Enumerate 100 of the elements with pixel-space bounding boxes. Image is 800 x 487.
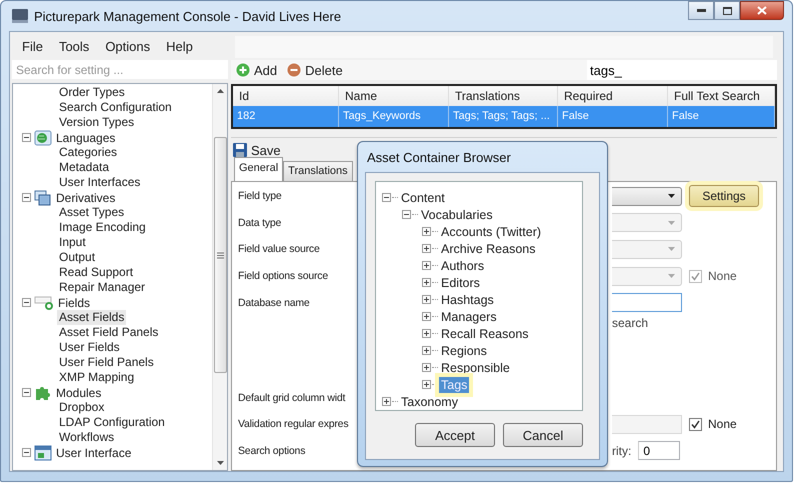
expand-icon[interactable] bbox=[422, 380, 431, 389]
table-cell: Tags_Keywords bbox=[339, 106, 449, 127]
tree-item[interactable]: Modules bbox=[55, 386, 102, 400]
expand-icon[interactable] bbox=[422, 312, 431, 321]
collapse-icon[interactable] bbox=[22, 298, 31, 307]
monitor-icon bbox=[12, 9, 28, 23]
option-label: search bbox=[612, 316, 648, 330]
tree-item[interactable]: Metadata bbox=[57, 160, 112, 175]
minimize-button[interactable] bbox=[688, 1, 714, 20]
tree-item[interactable]: Languages bbox=[55, 130, 116, 144]
close-button[interactable] bbox=[740, 1, 784, 20]
tree-item[interactable]: Recall Reasons bbox=[439, 326, 531, 342]
collapse-icon[interactable] bbox=[22, 133, 31, 142]
tree-item[interactable]: Dropbox bbox=[57, 400, 106, 415]
table-cell: Tags; Tags; Tags; ... bbox=[449, 106, 558, 127]
tree-item[interactable]: Workflows bbox=[57, 430, 116, 445]
tree-item[interactable]: Content bbox=[399, 190, 447, 206]
expand-icon[interactable] bbox=[422, 227, 431, 236]
scroll-up-icon[interactable] bbox=[216, 89, 224, 93]
expand-icon[interactable] bbox=[422, 329, 431, 338]
collapse-icon[interactable] bbox=[22, 193, 31, 202]
input-field[interactable] bbox=[612, 293, 682, 312]
tree-item[interactable]: Managers bbox=[439, 308, 499, 324]
expand-icon[interactable] bbox=[422, 261, 431, 270]
field-icon bbox=[34, 294, 54, 310]
collapse-icon[interactable] bbox=[22, 448, 31, 457]
input-field[interactable]: 0 bbox=[638, 441, 680, 460]
dropdown[interactable] bbox=[612, 186, 682, 206]
tree-item[interactable]: Accounts (Twitter) bbox=[439, 224, 544, 240]
windows-icon bbox=[34, 190, 52, 206]
tree-item[interactable]: Derivatives bbox=[55, 190, 116, 204]
tree-item[interactable]: Search Configuration bbox=[57, 100, 174, 115]
tree-item[interactable]: Editors bbox=[439, 274, 482, 290]
close-icon bbox=[757, 6, 767, 15]
tab[interactable]: General bbox=[234, 157, 284, 181]
minus-icon bbox=[287, 63, 302, 77]
tree-item[interactable]: Authors bbox=[439, 258, 486, 274]
checkbox-label: None bbox=[708, 417, 737, 432]
maximize-button[interactable] bbox=[714, 1, 740, 20]
checkbox-label: None bbox=[708, 269, 737, 284]
expand-icon[interactable] bbox=[422, 278, 431, 287]
field-label: Field value source bbox=[238, 243, 321, 256]
delete-button[interactable]: Delete bbox=[285, 62, 345, 78]
expand-icon[interactable] bbox=[422, 244, 431, 253]
accept-button[interactable]: Accept bbox=[415, 423, 495, 447]
tree-item[interactable]: XMP Mapping bbox=[57, 370, 136, 385]
checkbox[interactable] bbox=[689, 418, 702, 431]
tree-item[interactable]: Input bbox=[57, 235, 88, 250]
tree-item[interactable]: Responsible bbox=[439, 360, 512, 376]
caret-icon bbox=[668, 194, 675, 198]
menu-item[interactable]: File bbox=[14, 36, 51, 56]
search-field[interactable]: tags_ bbox=[587, 60, 777, 80]
expand-icon[interactable] bbox=[422, 363, 431, 372]
tree-item[interactable]: Archive Reasons bbox=[439, 240, 538, 256]
tree-item[interactable]: Asset Field Panels bbox=[57, 325, 160, 340]
tree-item[interactable]: Fields bbox=[57, 296, 90, 310]
tree-item[interactable]: Repair Manager bbox=[57, 280, 148, 295]
expand-icon[interactable] bbox=[422, 346, 431, 355]
tree-item[interactable]: Categories bbox=[57, 145, 120, 160]
menu-item[interactable]: Options bbox=[97, 36, 158, 56]
cancel-button[interactable]: Cancel bbox=[503, 423, 583, 447]
tree-item[interactable]: Taxonomy bbox=[399, 394, 460, 410]
add-button[interactable]: Add bbox=[234, 62, 280, 78]
tree-item[interactable]: Version Types bbox=[57, 115, 136, 130]
menu-item[interactable]: Tools bbox=[50, 36, 98, 56]
tree-item[interactable]: Regions bbox=[439, 342, 489, 358]
puzzle-icon bbox=[34, 384, 52, 400]
expand-icon[interactable] bbox=[382, 397, 391, 406]
caret-icon bbox=[668, 220, 675, 225]
tree-item[interactable]: Vocabularies bbox=[419, 206, 495, 222]
scrollbar[interactable] bbox=[212, 84, 227, 470]
tree-item[interactable]: Order Types bbox=[57, 85, 127, 100]
table-cell: False bbox=[558, 106, 668, 127]
table-cell: False bbox=[668, 106, 775, 127]
menu-item[interactable]: Help bbox=[158, 36, 201, 56]
tree-item[interactable]: User Interface bbox=[55, 446, 132, 460]
field-label: Field options source bbox=[238, 270, 329, 282]
scroll-down-icon[interactable] bbox=[216, 461, 224, 465]
table-cell: 182 bbox=[233, 106, 339, 127]
scrollbar-thumb[interactable] bbox=[214, 137, 226, 373]
tree-item[interactable]: User Field Panels bbox=[57, 355, 156, 370]
tree-item[interactable]: Read Support bbox=[57, 265, 136, 280]
search-field[interactable]: Search for setting ... bbox=[12, 60, 228, 79]
collapse-icon[interactable] bbox=[402, 210, 411, 219]
collapse-icon[interactable] bbox=[382, 193, 391, 202]
tab[interactable]: Translations bbox=[283, 161, 353, 181]
tree-item[interactable]: User Interfaces bbox=[57, 175, 142, 190]
tree-item[interactable]: Hashtags bbox=[439, 292, 496, 308]
grip-icon bbox=[216, 252, 224, 258]
globe-icon bbox=[34, 130, 52, 146]
option-label: rity: bbox=[612, 444, 632, 458]
tree-item[interactable]: Image Encoding bbox=[57, 220, 148, 235]
tree-item[interactable]: Output bbox=[57, 250, 98, 265]
tree-item[interactable]: LDAP Configuration bbox=[57, 415, 167, 430]
tree-item[interactable]: User Fields bbox=[57, 340, 122, 355]
tree-item[interactable]: Asset Types bbox=[57, 205, 126, 220]
maximize-icon bbox=[722, 6, 732, 14]
tree-item[interactable]: Asset Fields bbox=[57, 310, 126, 325]
collapse-icon[interactable] bbox=[22, 388, 31, 397]
expand-icon[interactable] bbox=[422, 295, 431, 304]
